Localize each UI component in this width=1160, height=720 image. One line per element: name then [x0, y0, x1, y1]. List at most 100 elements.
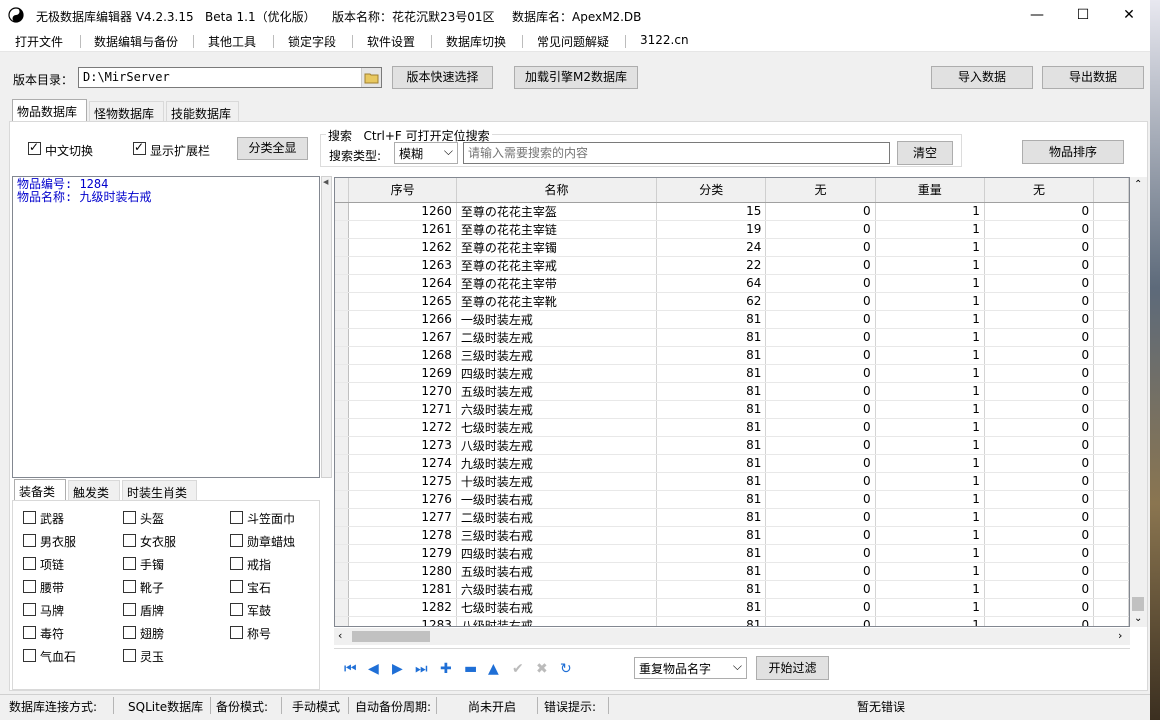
cell-name[interactable]: 至尊の花花主宰盔	[456, 202, 658, 221]
category-checkbox[interactable]	[123, 511, 136, 524]
cell-none-2[interactable]: 0	[984, 544, 1095, 563]
table-row[interactable]: 1261 至尊の花花主宰链 19 0 1 0	[335, 220, 1129, 239]
cell-name[interactable]: 三级时装左戒	[456, 346, 658, 365]
cell-index[interactable]: 1273	[348, 436, 457, 455]
table-row[interactable]: 1269 四级时装左戒 81 0 1 0	[335, 364, 1129, 383]
tab-monsters[interactable]: 怪物数据库	[89, 101, 164, 122]
cell-none-1[interactable]: 0	[765, 436, 876, 455]
menu-lock-fields[interactable]: 锁定字段	[288, 33, 336, 50]
items-grid[interactable]: 序号 名称 分类 无 重量 无 1260 至尊の花花主宰盔 15 0 1 0 1261 至尊の…	[334, 177, 1130, 627]
tab-items[interactable]: 物品数据库	[12, 99, 87, 122]
cell-weight[interactable]: 1	[875, 238, 985, 257]
cell-category[interactable]: 81	[656, 436, 767, 455]
cell-name[interactable]: 七级时装右戒	[456, 598, 658, 617]
cell-name[interactable]: 一级时装右戒	[456, 490, 658, 509]
cell-category[interactable]: 81	[656, 526, 767, 545]
panel-splitter[interactable]: ◀	[321, 176, 332, 478]
cell-category[interactable]: 81	[656, 400, 767, 419]
row-header-cell[interactable]	[335, 274, 350, 293]
table-row[interactable]: 1271 六级时装左戒 81 0 1 0	[335, 400, 1129, 419]
cell-none-1[interactable]: 0	[765, 472, 876, 491]
cell-none-1[interactable]: 0	[765, 220, 876, 239]
cell-weight[interactable]: 1	[875, 220, 985, 239]
cell-name[interactable]: 十级时装左戒	[456, 472, 658, 491]
col-header-category[interactable]: 分类	[656, 178, 767, 203]
cell-category[interactable]: 62	[656, 292, 767, 311]
table-row[interactable]: 1283 八级时装右戒 81 0 1 0	[335, 616, 1129, 626]
table-row[interactable]: 1281 六级时装右戒 81 0 1 0	[335, 580, 1129, 599]
cat-tab-fashion-zodiac[interactable]: 时装生肖类	[122, 480, 197, 501]
table-row[interactable]: 1272 七级时装左戒 81 0 1 0	[335, 418, 1129, 437]
cell-category[interactable]: 19	[656, 220, 767, 239]
cat-tab-equipment[interactable]: 装备类	[14, 479, 66, 501]
cell-none-2[interactable]: 0	[984, 400, 1095, 419]
cell-none-2[interactable]: 0	[984, 310, 1095, 329]
cell-none-1[interactable]: 0	[765, 508, 876, 527]
cell-none-2[interactable]: 0	[984, 580, 1095, 599]
category-checkbox[interactable]	[123, 557, 136, 570]
cell-name[interactable]: 七级时装左戒	[456, 418, 658, 437]
table-row[interactable]: 1268 三级时装左戒 81 0 1 0	[335, 346, 1129, 365]
cell-category[interactable]: 81	[656, 544, 767, 563]
category-checkbox[interactable]	[230, 511, 243, 524]
cell-none-2[interactable]: 0	[984, 598, 1095, 617]
category-checkbox[interactable]	[230, 603, 243, 616]
row-header-cell[interactable]	[335, 616, 350, 626]
category-checkbox[interactable]	[230, 557, 243, 570]
cell-category[interactable]: 81	[656, 364, 767, 383]
cell-index[interactable]: 1279	[348, 544, 457, 563]
cell-weight[interactable]: 1	[875, 508, 985, 527]
cell-none-2[interactable]: 0	[984, 490, 1095, 509]
cell-index[interactable]: 1264	[348, 274, 457, 293]
cell-none-1[interactable]: 0	[765, 364, 876, 383]
cell-none-1[interactable]: 0	[765, 202, 876, 221]
cell-name[interactable]: 四级时装右戒	[456, 544, 658, 563]
table-row[interactable]: 1267 二级时装左戒 81 0 1 0	[335, 328, 1129, 347]
cell-index[interactable]: 1261	[348, 220, 457, 239]
maximize-button[interactable]: ☐	[1060, 0, 1106, 30]
cell-category[interactable]: 81	[656, 346, 767, 365]
table-row[interactable]: 1263 至尊の花花主宰戒 22 0 1 0	[335, 256, 1129, 275]
table-row[interactable]: 1270 五级时装左戒 81 0 1 0	[335, 382, 1129, 401]
row-header-cell[interactable]	[335, 436, 350, 455]
cell-none-1[interactable]: 0	[765, 580, 876, 599]
cell-index[interactable]: 1281	[348, 580, 457, 599]
cell-none-2[interactable]: 0	[984, 328, 1095, 347]
cell-none-1[interactable]: 0	[765, 544, 876, 563]
cell-name[interactable]: 一级时装左戒	[456, 310, 658, 329]
cell-weight[interactable]: 1	[875, 562, 985, 581]
cell-category[interactable]: 81	[656, 598, 767, 617]
cell-category[interactable]: 81	[656, 454, 767, 473]
cell-none-2[interactable]: 0	[984, 472, 1095, 491]
row-header-cell[interactable]	[335, 454, 350, 473]
row-header-cell[interactable]	[335, 328, 350, 347]
cell-name[interactable]: 八级时装右戒	[456, 616, 658, 626]
category-checkbox[interactable]	[123, 649, 136, 662]
table-row[interactable]: 1275 十级时装左戒 81 0 1 0	[335, 472, 1129, 491]
start-filter-button[interactable]: 开始过滤	[756, 656, 829, 680]
cell-name[interactable]: 至尊の花花主宰带	[456, 274, 658, 293]
cell-none-1[interactable]: 0	[765, 598, 876, 617]
menu-open-file[interactable]: 打开文件	[15, 33, 63, 50]
cell-name[interactable]: 二级时装左戒	[456, 328, 658, 347]
cell-name[interactable]: 六级时装左戒	[456, 400, 658, 419]
up-icon[interactable]: ▲	[488, 661, 499, 677]
cell-none-1[interactable]: 0	[765, 256, 876, 275]
cell-weight[interactable]: 1	[875, 382, 985, 401]
cell-name[interactable]: 至尊の花花主宰链	[456, 220, 658, 239]
cell-weight[interactable]: 1	[875, 472, 985, 491]
cell-name[interactable]: 至尊の花花主宰戒	[456, 256, 658, 275]
scroll-down-icon[interactable]: ⌄	[1134, 613, 1142, 624]
cell-weight[interactable]: 1	[875, 310, 985, 329]
table-row[interactable]: 1273 八级时装左戒 81 0 1 0	[335, 436, 1129, 455]
cell-index[interactable]: 1277	[348, 508, 457, 527]
cell-index[interactable]: 1275	[348, 472, 457, 491]
col-header-index[interactable]: 序号	[348, 178, 457, 203]
cell-weight[interactable]: 1	[875, 544, 985, 563]
show-all-categories-button[interactable]: 分类全显	[237, 137, 308, 160]
tab-skills[interactable]: 技能数据库	[166, 101, 239, 122]
cell-index[interactable]: 1266	[348, 310, 457, 329]
cell-none-2[interactable]: 0	[984, 562, 1095, 581]
vertical-scroll-thumb[interactable]	[1132, 597, 1144, 611]
menu-website[interactable]: 3122.cn	[640, 33, 689, 47]
